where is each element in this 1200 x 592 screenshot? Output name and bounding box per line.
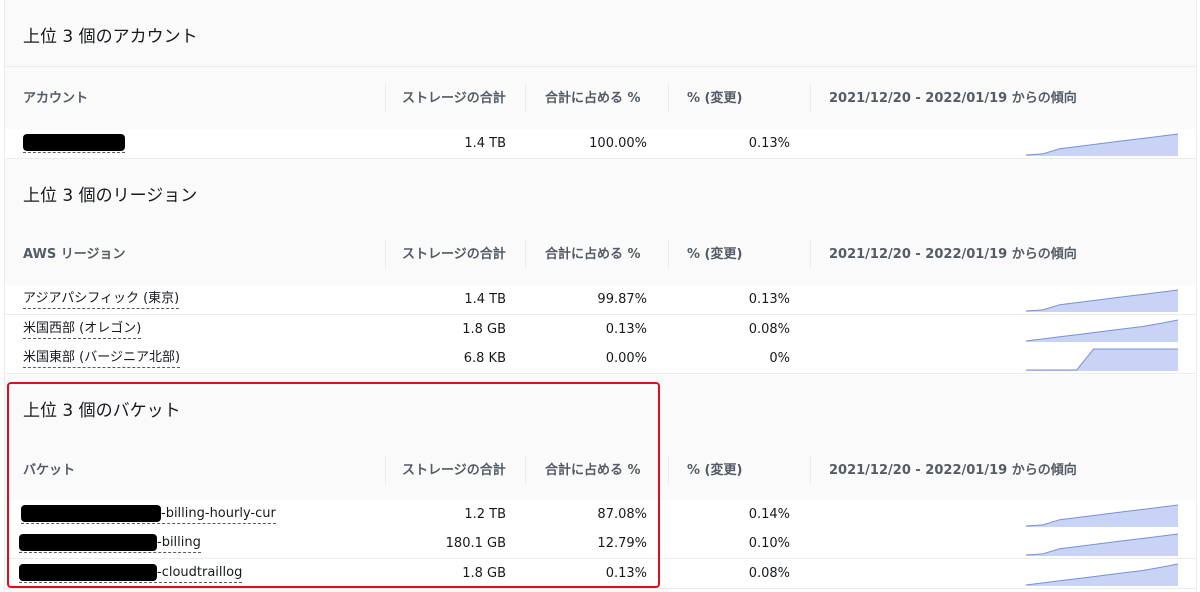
column-header-trend[interactable]: 2021/12/20 - 2022/01/19 からの傾向: [829, 67, 1077, 129]
panel-title: 上位 3 個のバケット: [23, 401, 181, 421]
trend-sparkline: [1026, 348, 1178, 371]
trend-sparkline: [1026, 133, 1178, 156]
share-value: 99.87%: [597, 292, 647, 307]
sparkline-area: [1026, 349, 1178, 371]
column-header-storage[interactable]: ストレージの合計: [402, 67, 508, 129]
trend-sparkline: [1026, 533, 1178, 556]
column-header-region[interactable]: AWS リージョン: [23, 223, 125, 285]
table-row: 1.4 TB 100.00% 0.13%: [5, 129, 1196, 159]
column-header-trend[interactable]: 2021/12/20 - 2022/01/19 からの傾向: [829, 439, 1077, 501]
storage-value: 180.1 GB: [445, 536, 506, 551]
change-value: 0.14%: [748, 507, 790, 522]
change-value: 0%: [769, 351, 790, 366]
column-header-trend[interactable]: 2021/12/20 - 2022/01/19 からの傾向: [829, 223, 1077, 285]
table-header: アカウント ストレージの合計 合計に占める % % (変更) 2021/12/2…: [5, 67, 1196, 130]
redacted-account-id: [23, 134, 125, 151]
column-header-bucket[interactable]: バケット: [23, 439, 75, 501]
share-value: 0.00%: [605, 351, 647, 366]
table-row: 米国東部 (バージニア北部) 6.8 KB 0.00% 0%: [5, 344, 1196, 374]
panel-header: 上位 3 個のリージョン: [5, 159, 1196, 226]
table-row: 米国西部 (オレゴン) 1.8 GB 0.13% 0.08%: [5, 315, 1196, 345]
top-regions-panel: 上位 3 個のリージョン AWS リージョン ストレージの合計 合計に占める %…: [4, 159, 1197, 374]
trend-sparkline: [1026, 289, 1178, 312]
redacted-bucket-prefix: [19, 534, 157, 551]
trend-sparkline: [1026, 319, 1178, 342]
column-header-account[interactable]: アカウント: [23, 67, 88, 129]
change-value: 0.08%: [748, 322, 790, 337]
change-value: 0.08%: [748, 566, 790, 581]
region-name-link[interactable]: 米国東部 (バージニア北部): [23, 350, 181, 368]
change-value: 0.10%: [748, 536, 790, 551]
sparkline-area: [1026, 320, 1178, 342]
panel-header: 上位 3 個のバケット: [5, 375, 1196, 440]
redacted-bucket-prefix: [21, 505, 161, 522]
storage-value: 1.2 TB: [464, 507, 506, 522]
storage-value: 1.8 GB: [462, 566, 506, 581]
share-value: 12.79%: [597, 536, 647, 551]
trend-sparkline: [1026, 504, 1178, 527]
storage-value: 6.8 KB: [463, 351, 506, 366]
column-header-storage[interactable]: ストレージの合計: [402, 439, 508, 501]
share-value: 87.08%: [597, 507, 647, 522]
trend-sparkline: [1026, 563, 1178, 586]
bucket-name-link[interactable]: -billing-hourly-cur: [21, 505, 276, 524]
table-row: -billing-hourly-cur 1.2 TB 87.08% 0.14%: [5, 500, 1196, 530]
storage-value: 1.8 GB: [462, 322, 506, 337]
panel-title: 上位 3 個のアカウント: [23, 27, 198, 47]
redacted-bucket-prefix: [19, 564, 157, 581]
region-name-link[interactable]: 米国西部 (オレゴン): [23, 321, 142, 339]
column-header-change[interactable]: % (変更): [687, 439, 742, 501]
table-row: -billing 180.1 GB 12.79% 0.10%: [5, 529, 1196, 559]
bucket-name-link[interactable]: -cloudtraillog: [19, 564, 243, 583]
column-header-share[interactable]: 合計に占める %: [545, 67, 641, 129]
top-buckets-panel: 上位 3 個のバケット バケット ストレージの合計 合計に占める % % (変更…: [4, 375, 1197, 592]
table-header: バケット ストレージの合計 合計に占める % % (変更) 2021/12/20…: [5, 439, 1196, 502]
column-header-storage[interactable]: ストレージの合計: [402, 223, 508, 285]
top-accounts-panel: 上位 3 個のアカウント アカウント ストレージの合計 合計に占める % % (…: [4, 0, 1197, 159]
table-row: -cloudtraillog 1.8 GB 0.13% 0.08%: [5, 559, 1196, 589]
column-header-change[interactable]: % (変更): [687, 223, 742, 285]
panel-title: 上位 3 個のリージョン: [23, 186, 198, 206]
share-value: 0.13%: [605, 566, 647, 581]
change-value: 0.13%: [748, 292, 790, 307]
account-name-link[interactable]: [23, 134, 125, 153]
share-value: 0.13%: [605, 322, 647, 337]
sparkline-area: [1026, 564, 1178, 586]
storage-value: 1.4 TB: [464, 292, 506, 307]
region-name-link[interactable]: アジアパシフィック (東京): [23, 291, 180, 309]
table-row: アジアパシフィック (東京) 1.4 TB 99.87% 0.13%: [5, 285, 1196, 315]
storage-value: 1.4 TB: [464, 136, 506, 151]
bucket-name-link[interactable]: -billing: [19, 534, 201, 553]
table-header: AWS リージョン ストレージの合計 合計に占める % % (変更) 2021/…: [5, 223, 1196, 286]
column-header-share[interactable]: 合計に占める %: [545, 439, 641, 501]
share-value: 100.00%: [589, 136, 647, 151]
column-header-change[interactable]: % (変更): [687, 67, 742, 129]
column-header-share[interactable]: 合計に占める %: [545, 223, 641, 285]
panel-header: 上位 3 個のアカウント: [5, 0, 1196, 67]
change-value: 0.13%: [748, 136, 790, 151]
